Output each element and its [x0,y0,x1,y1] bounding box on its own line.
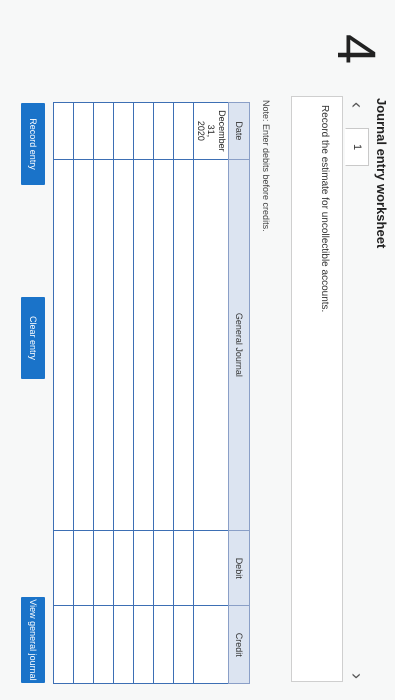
chevron-left-icon[interactable]: ‹ [346,102,367,108]
date-cell[interactable] [173,102,194,160]
general-journal-select[interactable] [173,159,194,531]
instruction-text: Record the estimate for uncollectible ac… [319,105,330,313]
credit-input[interactable] [193,605,229,684]
table-row [113,102,134,684]
general-journal-select[interactable] [113,159,134,531]
credit-input[interactable] [113,605,134,684]
header-credit: Credit [228,605,250,684]
page-tab-1[interactable]: 1 [345,128,369,166]
general-journal-select[interactable] [53,159,74,531]
table-row [93,102,114,684]
credit-input[interactable] [153,605,174,684]
journal-entry-worksheet-panel: 4 Journal entry worksheet ‹ 1 › Record t… [0,0,395,700]
debit-input[interactable] [73,530,94,606]
header-general-journal: General Journal [228,159,250,531]
question-number: 4 [326,34,386,65]
clear-entry-button[interactable]: Clear entry [21,297,45,379]
chevron-right-icon[interactable]: › [346,673,367,679]
debit-input[interactable] [193,530,229,606]
general-journal-select[interactable] [193,159,229,531]
date-cell[interactable] [73,102,94,160]
note-text: Note: Enter debits before credits. [261,100,271,232]
table-row [173,102,194,684]
date-cell[interactable] [153,102,174,160]
entry-navigation: ‹ 1 › [341,98,369,683]
debit-input[interactable] [173,530,194,606]
debit-input[interactable] [153,530,174,606]
debit-input[interactable] [53,530,74,606]
debit-input[interactable] [133,530,154,606]
general-journal-select[interactable] [93,159,114,531]
credit-input[interactable] [133,605,154,684]
table-row [73,102,94,684]
worksheet-title: Journal entry worksheet [374,98,389,249]
header-date: Date [228,102,250,160]
date-cell[interactable] [113,102,134,160]
table-row [153,102,174,684]
instruction-box: Record the estimate for uncollectible ac… [291,96,343,682]
date-cell[interactable]: December 31, 2020 [193,102,229,160]
general-journal-select[interactable] [153,159,174,531]
credit-input[interactable] [173,605,194,684]
header-debit: Debit [228,530,250,606]
table-row: December 31, 2020 [193,102,229,684]
table-row [53,102,74,684]
view-general-journal-button[interactable]: View general journal [21,597,45,683]
credit-input[interactable] [73,605,94,684]
general-journal-select[interactable] [133,159,154,531]
record-entry-button[interactable]: Record entry [21,103,45,185]
date-cell[interactable] [133,102,154,160]
journal-table: Date General Journal Debit Credit Decemb… [53,102,250,684]
date-line-1: December 31, [206,110,227,152]
table-row [133,102,154,684]
credit-input[interactable] [53,605,74,684]
credit-input[interactable] [93,605,114,684]
date-cell[interactable] [53,102,74,160]
general-journal-select[interactable] [73,159,94,531]
debit-input[interactable] [113,530,134,606]
date-line-2: 2020 [195,120,206,141]
date-cell[interactable] [93,102,114,160]
debit-input[interactable] [93,530,114,606]
table-header-row: Date General Journal Debit Credit [228,102,250,684]
